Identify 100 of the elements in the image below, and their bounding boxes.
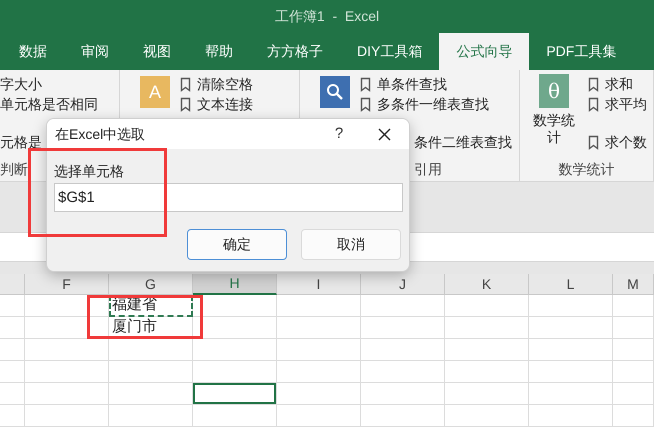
ribbon-tab[interactable]: DIY工具箱 (340, 33, 440, 70)
bookmark-icon (180, 76, 191, 92)
table-cell[interactable] (109, 383, 193, 405)
table-cell[interactable] (25, 361, 109, 383)
table-cell[interactable] (361, 383, 445, 405)
bookmark-icon (588, 134, 599, 150)
table-cell[interactable] (277, 317, 361, 339)
ribbon-tab[interactable]: PDF工具集 (529, 33, 634, 70)
dialog-button[interactable]: 确定 (187, 229, 287, 260)
dialog-title: 在Excel中选取 (55, 124, 146, 144)
table-cell[interactable] (277, 361, 361, 383)
table-cell[interactable] (0, 383, 25, 405)
search-book-icon[interactable] (320, 76, 350, 108)
table-cell[interactable] (193, 339, 277, 361)
ribbon-item[interactable]: 求平均 (605, 94, 647, 114)
table-cell[interactable] (445, 361, 529, 383)
bookmark-icon (360, 76, 371, 92)
column-header[interactable]: J (361, 274, 445, 295)
table-cell[interactable] (445, 383, 529, 405)
help-button[interactable]: ? (319, 120, 359, 148)
ribbon-item[interactable]: 字大小 (0, 74, 98, 94)
table-cell[interactable] (445, 405, 529, 427)
ribbon-item[interactable]: 单条件查找 (377, 74, 447, 94)
ribbon-item[interactable]: 文本连接 (197, 94, 253, 114)
bookmark-icon (180, 96, 191, 112)
column-header[interactable]: I (277, 274, 361, 295)
table-cell[interactable]: 厦门市 (109, 317, 193, 339)
close-icon (378, 128, 390, 140)
group-label: 判断 (0, 160, 28, 178)
table-cell[interactable] (193, 295, 277, 317)
stat-button[interactable]: 数学统计 (531, 112, 577, 146)
table-cell[interactable] (361, 405, 445, 427)
table-cell[interactable] (193, 361, 277, 383)
input-field[interactable]: $G$1 (54, 183, 403, 212)
table-cell[interactable] (529, 317, 613, 339)
table-cell[interactable] (613, 383, 654, 405)
ribbon-tab[interactable]: 公式向导 (439, 33, 530, 70)
table-cell[interactable] (361, 317, 445, 339)
table-cell[interactable] (109, 405, 193, 427)
table-cell[interactable] (109, 361, 193, 383)
table-cell[interactable] (529, 361, 613, 383)
group-label: 引用 (414, 160, 442, 178)
column-header[interactable]: G (109, 274, 193, 295)
table-cell[interactable] (613, 361, 654, 383)
table-cell[interactable] (529, 339, 613, 361)
ribbon-tab[interactable]: 帮助 (188, 33, 250, 70)
ribbon-tab[interactable]: 审阅 (64, 33, 126, 70)
table-cell[interactable] (445, 295, 529, 317)
ribbon-item[interactable]: 求个数 (605, 132, 647, 152)
theta-icon: θ (539, 74, 569, 108)
bookmark-icon (360, 96, 371, 112)
table-cell[interactable] (0, 361, 25, 383)
table-cell[interactable] (0, 317, 25, 339)
table-cell[interactable] (25, 339, 109, 361)
table-cell[interactable] (613, 295, 654, 317)
table-cell[interactable] (0, 405, 25, 427)
table-cell[interactable] (361, 295, 445, 317)
ribbon-item[interactable]: 条件二维表查找 (414, 132, 512, 152)
column-header[interactable] (0, 274, 25, 295)
window-title: 工作簿1 - Excel (274, 7, 380, 26)
table-cell[interactable] (361, 361, 445, 383)
table-cell[interactable] (0, 295, 25, 317)
table-cell[interactable] (613, 405, 654, 427)
table-cell[interactable] (277, 339, 361, 361)
table-cell[interactable]: 福建省 (109, 295, 193, 317)
table-cell[interactable] (277, 405, 361, 427)
ribbon-item[interactable]: 单元格是否相同 (0, 94, 98, 114)
table-cell[interactable] (25, 295, 109, 317)
table-cell[interactable] (0, 339, 25, 361)
table-cell[interactable] (109, 339, 193, 361)
table-cell[interactable] (361, 339, 445, 361)
table-cell[interactable] (613, 339, 654, 361)
table-cell[interactable] (529, 383, 613, 405)
column-header[interactable]: F (25, 274, 109, 295)
table-cell[interactable] (529, 405, 613, 427)
column-header[interactable]: M (613, 274, 654, 295)
table-cell[interactable] (529, 295, 613, 317)
column-header[interactable]: K (445, 274, 529, 295)
table-cell[interactable] (25, 383, 109, 405)
ribbon-tab[interactable]: 视图 (126, 33, 188, 70)
dialog-button[interactable]: 取消 (301, 229, 401, 260)
column-header[interactable]: L (529, 274, 613, 295)
table-cell[interactable] (277, 383, 361, 405)
table-cell[interactable] (445, 339, 529, 361)
table-cell[interactable] (25, 405, 109, 427)
ribbon-tab[interactable]: 方方格子 (250, 33, 340, 70)
bookmark-icon (588, 96, 599, 112)
table-cell[interactable] (25, 317, 109, 339)
ribbon-item[interactable]: 多条件一维表查找 (377, 94, 489, 114)
ribbon-item[interactable]: 清除空格 (197, 74, 253, 94)
table-cell[interactable] (277, 295, 361, 317)
column-header[interactable]: H (193, 274, 277, 295)
table-cell[interactable] (445, 317, 529, 339)
ribbon-tab[interactable]: 数据 (2, 33, 64, 70)
bookmark-icon (588, 76, 599, 92)
table-cell[interactable] (613, 317, 654, 339)
active-cell[interactable] (193, 383, 277, 405)
ribbon-item[interactable]: 求和 (605, 74, 633, 94)
table-cell[interactable] (193, 405, 277, 427)
group-label: 数学统计 (558, 160, 614, 178)
